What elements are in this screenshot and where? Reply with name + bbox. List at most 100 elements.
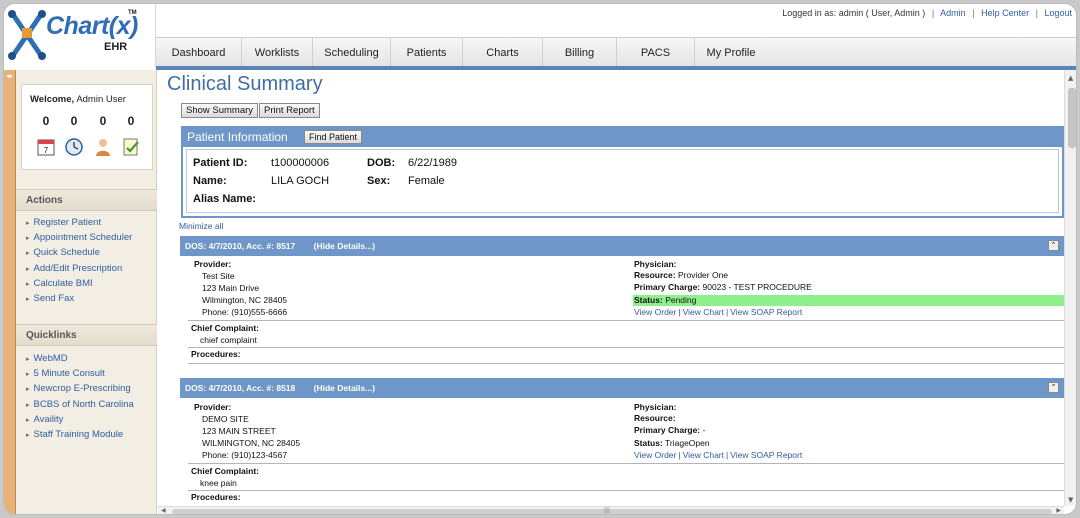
view-chart-link[interactable]: View Chart: [683, 450, 724, 460]
view-order-link[interactable]: View Order: [634, 307, 676, 317]
alias-name-label: Alias Name:: [193, 193, 256, 205]
scroll-thumb[interactable]: [1068, 88, 1076, 148]
dob-label: DOB:: [367, 157, 396, 169]
action-appointment-scheduler[interactable]: Appointment Scheduler: [16, 230, 157, 245]
provider-line: DEMO SITE: [202, 414, 249, 424]
provider-line: Test Site: [202, 271, 235, 281]
print-report-button[interactable]: Print Report: [259, 103, 320, 118]
collapse-icon[interactable]: ⌃: [1048, 240, 1059, 251]
tab-billing[interactable]: Billing: [543, 38, 617, 68]
sidebar-toggle[interactable]: ◂▸: [4, 70, 16, 514]
quicklink-5-minute-consult[interactable]: 5 Minute Consult: [16, 366, 157, 381]
count-patients: 0: [99, 114, 107, 128]
action-calculate-bmi[interactable]: Calculate BMI: [16, 276, 157, 291]
patient-details: Patient ID: t100000006 DOB: 6/22/1989 Na…: [186, 149, 1059, 213]
provider-line: Phone: (910)123-4567: [202, 450, 288, 460]
find-patient-button[interactable]: Find Patient: [304, 130, 363, 144]
status-row: Status: Pending: [634, 295, 697, 305]
view-soap-report-link[interactable]: View SOAP Report: [730, 450, 802, 460]
vertical-scrollbar[interactable]: ▲ ▼: [1064, 70, 1076, 506]
admin-link[interactable]: Admin: [940, 8, 966, 18]
status-highlight: [633, 295, 1065, 306]
view-order-link[interactable]: View Order: [634, 450, 676, 460]
name-value: LILA GOCH: [271, 175, 330, 187]
action-send-fax[interactable]: Send Fax: [16, 291, 157, 306]
chief-complaint-label: Chief Complaint:: [191, 323, 259, 333]
tab-charts[interactable]: Charts: [463, 38, 543, 68]
quicklink-bcbs-nc[interactable]: BCBS of North Carolina: [16, 397, 157, 412]
main-nav: Dashboard Worklists Scheduling Patients …: [156, 37, 1076, 68]
quicklink-webmd[interactable]: WebMD: [16, 351, 157, 366]
app-window: Chart(x) EHR TM Logged in as: admin ( Us…: [3, 3, 1077, 515]
tab-dashboard[interactable]: Dashboard: [156, 38, 242, 68]
sidebar: Welcome, Admin User 0 0 0 0 7 Actions ▸ …: [16, 70, 157, 514]
chief-complaint-value: knee pain: [200, 478, 237, 488]
welcome-text: Welcome, Admin User: [30, 94, 126, 105]
chief-complaint-label: Chief Complaint:: [191, 466, 259, 476]
quicklink-newcrop[interactable]: Newcrop E-Prescribing: [16, 381, 157, 396]
scroll-down-icon[interactable]: ▼: [1068, 496, 1073, 504]
sex-value: Female: [408, 175, 445, 187]
divider: [188, 347, 1065, 348]
primary-charge-row: Primary Charge: -: [634, 425, 706, 435]
logo-wordmark: Chart(x): [46, 12, 138, 40]
horizontal-scrollbar[interactable]: ◀ ||| ▶: [158, 506, 1064, 514]
svg-text:7: 7: [44, 146, 49, 155]
provider-line: 123 Main Drive: [202, 283, 260, 293]
page-title: Clinical Summary: [167, 73, 323, 95]
resource-row: Resource:: [634, 413, 676, 423]
tab-scheduling[interactable]: Scheduling: [313, 38, 391, 68]
scroll-up-icon[interactable]: ▲: [1068, 74, 1073, 82]
hide-details-link[interactable]: (Hide Details...): [314, 383, 375, 393]
physician-label: Physician:: [634, 259, 677, 269]
action-register-patient[interactable]: Register Patient: [16, 215, 157, 230]
scroll-grip-icon: |||: [604, 507, 611, 514]
patient-id-value: t100000006: [271, 157, 330, 169]
checklist-icon[interactable]: [121, 137, 141, 157]
tab-my-profile[interactable]: My Profile: [695, 38, 767, 68]
patient-information-panel: Patient Information Find Patient Patient…: [181, 126, 1064, 218]
encounter-dos: DOS: 4/7/2010, Acc. #: 8518: [185, 383, 296, 393]
physician-label: Physician:: [634, 402, 677, 412]
quicklink-availity[interactable]: Availity: [16, 412, 157, 427]
quicklink-staff-training[interactable]: Staff Training Module: [16, 427, 157, 442]
provider-line: Wilmington, NC 28405: [202, 295, 288, 305]
actions-title: Actions: [16, 189, 157, 211]
encounter-dos: DOS: 4/7/2010, Acc. #: 8517: [185, 241, 296, 251]
clock-icon[interactable]: [64, 137, 84, 157]
action-add-edit-prescription[interactable]: Add/Edit Prescription: [16, 261, 157, 276]
encounter-header: DOS: 4/7/2010, Acc. #: 8518 (Hide Detail…: [180, 378, 1065, 398]
primary-charge-row: Primary Charge: 90023 - TEST PROCEDURE: [634, 282, 812, 292]
logo-star-icon: [8, 10, 46, 60]
encounter-links: View Order | View Chart | View SOAP Report: [634, 307, 803, 317]
help-center-link[interactable]: Help Center: [981, 8, 1029, 18]
tab-patients[interactable]: Patients: [391, 38, 463, 68]
hide-details-link[interactable]: (Hide Details...): [314, 241, 375, 251]
user-icon[interactable]: [93, 137, 113, 157]
actions-list: Register Patient Appointment Scheduler Q…: [16, 215, 157, 306]
procedures-label: Procedures:: [191, 349, 241, 359]
logout-link[interactable]: Logout: [1044, 8, 1072, 18]
scroll-thumb[interactable]: [172, 509, 1052, 514]
logo[interactable]: Chart(x) EHR TM: [4, 4, 156, 68]
tab-pacs[interactable]: PACS: [617, 38, 695, 68]
minimize-all-link[interactable]: Minimize all: [179, 221, 223, 231]
sex-label: Sex:: [367, 175, 391, 187]
patient-id-label: Patient ID:: [193, 157, 248, 169]
count-tasks: 0: [127, 114, 135, 128]
collapse-icon[interactable]: ⌃: [1048, 382, 1059, 393]
scroll-left-icon[interactable]: ◀: [161, 507, 166, 514]
scroll-right-icon[interactable]: ▶: [1056, 507, 1061, 514]
show-summary-button[interactable]: Show Summary: [181, 103, 259, 118]
view-soap-report-link[interactable]: View SOAP Report: [730, 307, 802, 317]
count-reminders: 0: [70, 114, 78, 128]
tab-worklists[interactable]: Worklists: [242, 38, 313, 68]
quicklinks-list: WebMD 5 Minute Consult Newcrop E-Prescri…: [16, 351, 157, 442]
view-chart-link[interactable]: View Chart: [683, 307, 724, 317]
action-quick-schedule[interactable]: Quick Schedule: [16, 245, 157, 260]
provider-line: WILMINGTON, NC 28405: [202, 438, 301, 448]
logo-ehr: EHR: [104, 41, 128, 53]
calendar-icon[interactable]: 7: [36, 137, 56, 157]
resource-row: Resource: Provider One: [634, 270, 729, 280]
provider-line: 123 MAIN STREET: [202, 426, 276, 436]
